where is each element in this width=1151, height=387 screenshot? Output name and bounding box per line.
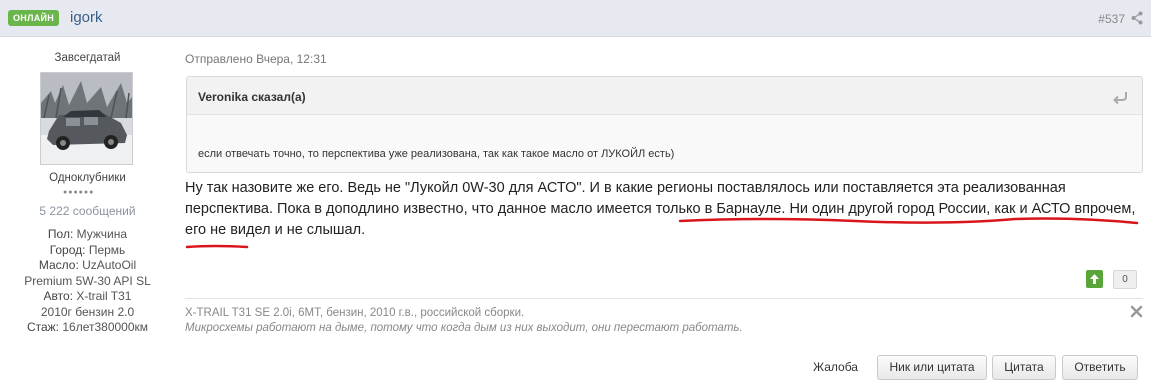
profile-fields: Пол: Мужчина Город: Пермь Масло: UzAutoO… [0,227,175,336]
profile-field-experience: Стаж: 16лет380000км [0,320,175,336]
signature-line-2: Микросхемы работают на дыме, потому что … [185,322,743,334]
avatar[interactable] [40,72,133,165]
quote-header: Veronika сказал(а) [187,77,1142,115]
post-number-link[interactable]: #537 [1098,12,1125,26]
post-count: 5 222 сообщений [39,204,136,218]
reply-button[interactable]: Ответить [1062,355,1138,380]
profile-field-gender: Пол: Мужчина [0,227,175,243]
nick-or-quote-button[interactable]: Ник или цитата [877,355,987,380]
quote-text: если отвечать точно, то перспектива уже … [198,148,675,160]
profile-field-car: Авто: X-trail T31 2010г бензин 2.0 [0,289,175,320]
field-value: Пермь [88,242,126,257]
field-value: 16лет380000км [62,320,149,334]
avatar-car-photo [41,73,132,164]
red-underline-mark-2 [185,244,249,249]
field-label: Город: [49,242,86,257]
author-name-link[interactable]: igork [70,9,103,26]
posted-date: Отправлено Вчера, 12:31 [185,52,327,66]
quote-return-icon[interactable] [1112,90,1128,104]
red-underline-mark [678,217,1139,225]
field-label: Стаж: [26,320,60,334]
arrow-up-icon [1090,274,1099,284]
profile-field-city: Город: Пермь [0,243,175,259]
field-label: Пол: [47,227,74,241]
field-value: Мужчина [76,227,128,241]
rank-pips: ●●●●●● [63,189,95,196]
member-title: Завсегдатай [54,52,121,64]
signature-line-1: X-TRAIL T31 SE 2.0i, 6MT, бензин, 2010 г… [185,307,525,319]
field-label: Авто: [43,289,73,303]
signature-divider [185,298,1143,299]
close-icon[interactable] [1130,305,1143,318]
post-header: ОНЛАЙН igork #537 [0,0,1151,37]
quote-author: Veronika сказал(а) [198,90,306,104]
reputation-up-button[interactable] [1086,270,1103,288]
share-icon[interactable] [1131,11,1143,25]
report-link[interactable]: Жалоба [813,360,858,374]
profile-field-oil: Масло: UzAutoOil Premium 5W-30 API SL [0,258,175,289]
quote-button[interactable]: Цитата [992,355,1056,380]
online-badge: ОНЛАЙН [8,10,60,26]
member-group: Одноклубники [49,172,126,184]
field-label: Масло: [38,258,79,272]
quote-block: Veronika сказал(а) если отвечать точно, … [186,76,1143,173]
reputation-count: 0 [1113,270,1137,289]
